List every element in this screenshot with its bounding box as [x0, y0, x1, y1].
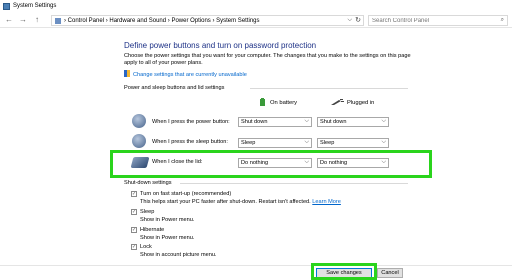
lock-checkbox[interactable]: ✓ [131, 244, 137, 250]
lock-label: Lock [140, 244, 152, 250]
column-header-battery: On battery [258, 98, 297, 108]
control-panel-icon [55, 18, 61, 24]
hibernate-desc: Show in Power menu. [140, 235, 195, 241]
highlight-box-save [311, 263, 377, 280]
sleep-button-icon [132, 134, 146, 148]
search-icon[interactable]: ⌕ [501, 17, 504, 24]
column-label: On battery [270, 100, 298, 106]
fast-startup-label: Turn on fast start-up (recommended) [140, 191, 232, 197]
chevron-down-icon[interactable]: ⌵ [347, 17, 352, 24]
learn-more-link[interactable]: Learn More [312, 199, 341, 205]
highlight-box-lid [110, 150, 432, 178]
battery-icon [258, 98, 267, 108]
breadcrumb-control-panel[interactable]: Control Panel [68, 18, 104, 24]
breadcrumb-separator: › [105, 18, 108, 24]
control-panel-icon [3, 3, 10, 10]
footer-divider [0, 265, 512, 266]
uac-shield-icon [124, 70, 130, 77]
breadcrumb: › Control Panel › Hardware and Sound › P… [64, 18, 260, 24]
address-bar-row: ← → ↑ › Control Panel › Hardware and Sou… [0, 13, 512, 28]
page-intro: Choose the power settings that you want … [124, 53, 411, 66]
change-unavailable-settings-link[interactable]: Change settings that are currently unava… [124, 70, 247, 78]
plug-icon [330, 98, 344, 108]
title-bar: System Settings [0, 0, 512, 13]
sleep-checkbox[interactable]: ✓ [131, 209, 137, 215]
selected-value: Shut down [241, 119, 268, 125]
sleep-button-row: When I press the sleep button: Sleep ⌵ Sl… [130, 133, 400, 151]
sleep-label: Sleep [140, 209, 155, 215]
breadcrumb-power-options[interactable]: Power Options [171, 18, 210, 24]
section-header-power: Power and sleep buttons and lid settings [124, 85, 225, 91]
fast-startup-desc: This helps start your PC faster after sh… [140, 199, 341, 205]
power-button-icon [132, 114, 146, 128]
hibernate-checkbox[interactable]: ✓ [131, 227, 137, 233]
section-header-shutdown: Shut-down settings [124, 180, 172, 186]
address-field[interactable]: › Control Panel › Hardware and Sound › P… [51, 15, 364, 26]
search-box[interactable]: ⌕ [368, 15, 508, 26]
link-label: Change settings that are currently unava… [133, 72, 247, 78]
search-input[interactable] [369, 16, 489, 25]
section-divider [250, 88, 408, 89]
sleep-desc: Show in Power menu. [140, 217, 195, 223]
chevron-down-icon: ⌵ [304, 139, 309, 145]
back-arrow-icon[interactable]: ← [5, 16, 13, 24]
section-divider [180, 183, 408, 184]
sleep-button-plugged-select[interactable]: Sleep ⌵ [317, 138, 389, 148]
chevron-down-icon: ⌵ [381, 139, 386, 145]
sleep-button-battery-select[interactable]: Sleep ⌵ [238, 138, 312, 148]
refresh-icon[interactable]: ↻ [355, 16, 361, 24]
breadcrumb-system-settings[interactable]: System Settings [216, 18, 259, 24]
window-title: System Settings [13, 3, 57, 9]
row-label: When I press the power button: [152, 119, 230, 125]
chevron-down-icon: ⌵ [381, 118, 386, 124]
forward-arrow-icon[interactable]: → [19, 16, 27, 24]
row-label: When I press the sleep button: [152, 139, 228, 145]
breadcrumb-separator: › [167, 18, 170, 24]
column-label: Plugged in [347, 100, 375, 106]
column-header-plugged: Plugged in [330, 98, 374, 108]
up-arrow-icon[interactable]: ↑ [35, 16, 39, 24]
lock-desc: Show in account picture menu. [140, 252, 217, 258]
breadcrumb-separator: › [212, 18, 215, 24]
breadcrumb-hardware-and-sound[interactable]: Hardware and Sound [109, 18, 166, 24]
main-content: Define power buttons and turn on passwor… [0, 29, 512, 280]
power-button-row: When I press the power button: Shut down… [130, 113, 400, 131]
selected-value: Shut down [320, 119, 347, 125]
hibernate-label: Hibernate [140, 227, 165, 233]
desc-text: This helps start your PC faster after sh… [140, 199, 311, 205]
page-title: Define power buttons and turn on passwor… [124, 41, 317, 50]
selected-value: Sleep [320, 140, 335, 146]
breadcrumb-separator: › [64, 18, 66, 24]
power-button-battery-select[interactable]: Shut down ⌵ [238, 117, 312, 127]
power-button-plugged-select[interactable]: Shut down ⌵ [317, 117, 389, 127]
cancel-button[interactable]: Cancel [377, 268, 403, 278]
fast-startup-checkbox[interactable]: ✓ [131, 191, 137, 197]
chevron-down-icon: ⌵ [304, 118, 309, 124]
selected-value: Sleep [241, 140, 256, 146]
